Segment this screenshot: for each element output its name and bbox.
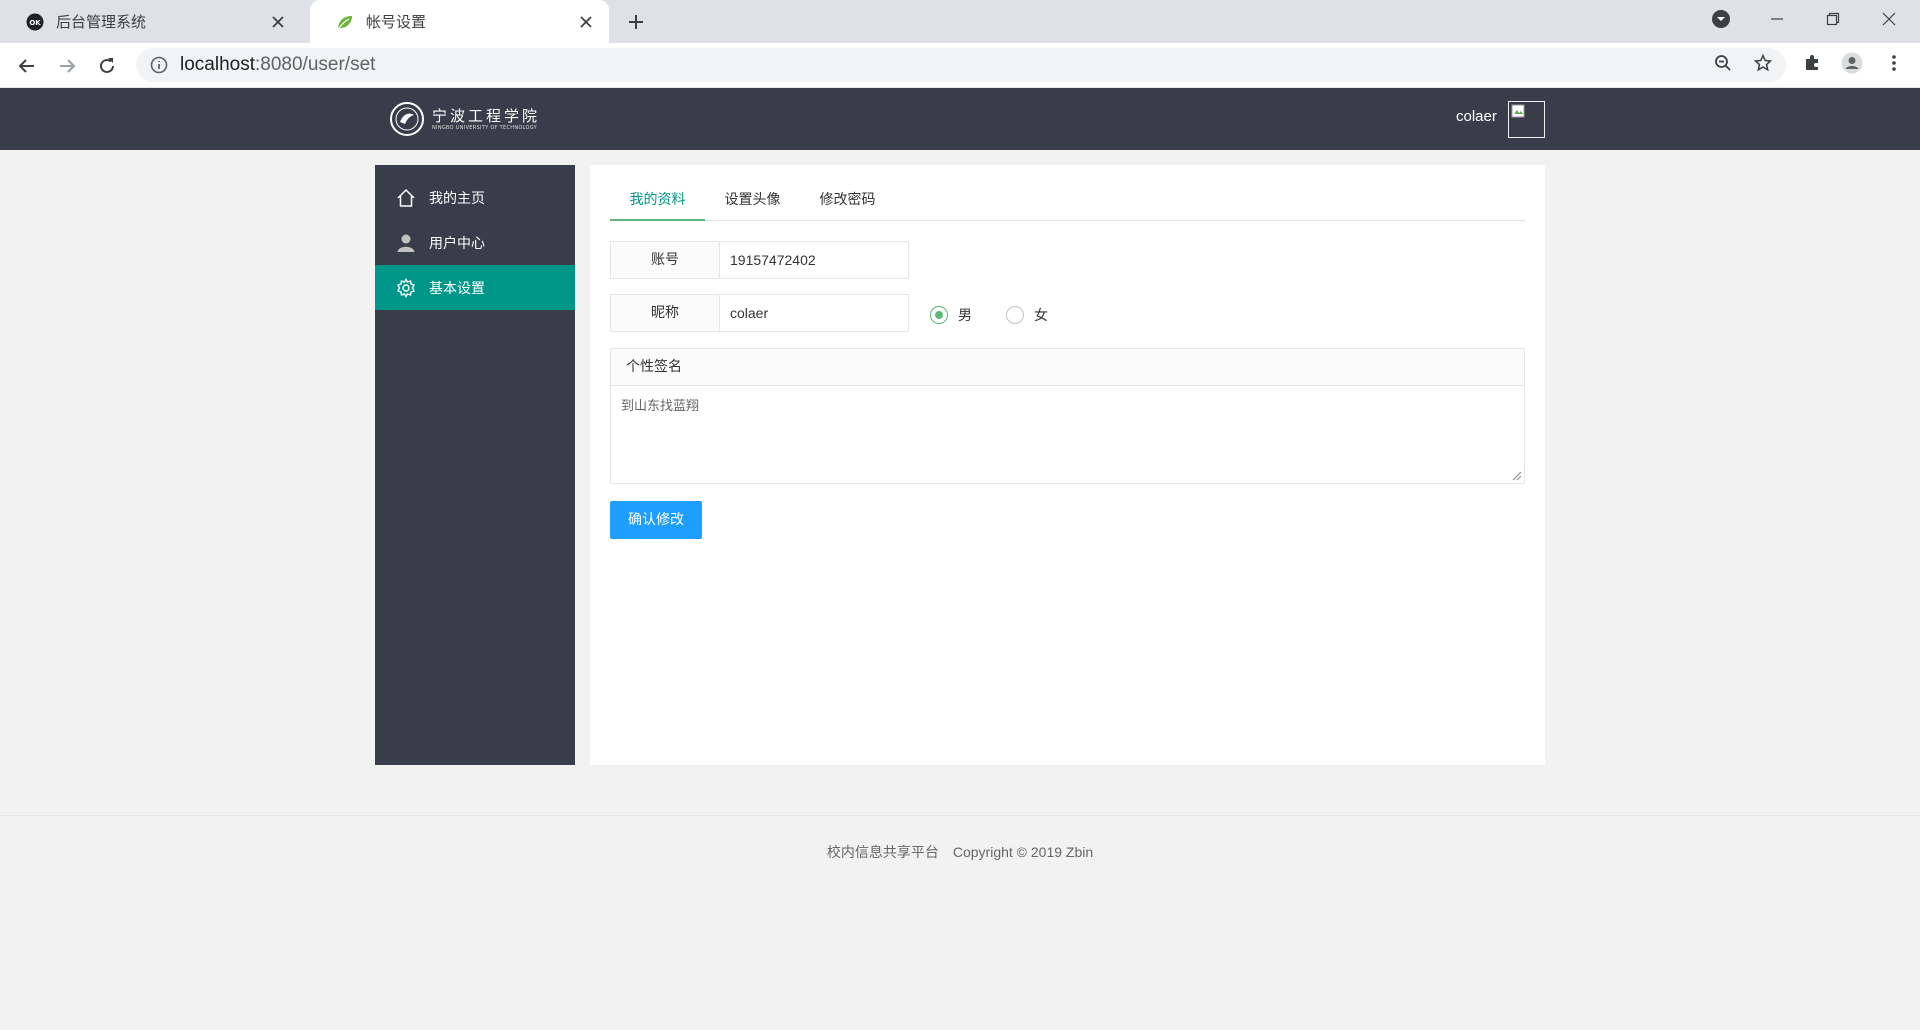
ok-favicon-icon: OK — [26, 13, 44, 30]
account-input[interactable]: 19157472402 — [720, 241, 909, 279]
signature-box: 个性签名 到山东找蓝翔 — [610, 348, 1525, 484]
sidebar-item-user-center[interactable]: 用户中心 — [375, 220, 575, 265]
url-host: localhost — [180, 54, 255, 75]
arrow-left-icon — [18, 59, 34, 73]
puzzle-icon — [1806, 55, 1818, 70]
bookmark-button[interactable] — [1749, 49, 1777, 77]
logo-en: NINGBO UNIVERSITY OF TECHNOLOGY — [432, 124, 538, 131]
profile-tabs: 我的资料 设置头像 修改密码 — [610, 180, 1525, 221]
minimize-button[interactable] — [1754, 0, 1800, 38]
url-text: localhost:8080/user/set — [180, 54, 375, 76]
tab-set-avatar[interactable]: 设置头像 — [705, 180, 800, 221]
tab-search-button[interactable] — [1698, 0, 1744, 38]
chevron-down-circle-icon — [1712, 10, 1730, 28]
back-button[interactable] — [12, 51, 42, 81]
browser-tab-title: 后台管理系统 — [56, 13, 147, 31]
logo-text: 宁波工程学院 NINGBO UNIVERSITY OF TECHNOLOGY — [432, 107, 540, 132]
browser-toolbar: localhost:8080/user/set — [0, 43, 1920, 88]
svg-text:OK: OK — [29, 19, 41, 27]
signature-text: 到山东找蓝翔 — [621, 399, 700, 414]
nickname-row: 昵称 colaer — [610, 294, 909, 332]
nickname-label: 昵称 — [610, 294, 720, 332]
confirm-button[interactable]: 确认修改 — [610, 501, 702, 539]
browser-tab-title: 帐号设置 — [366, 13, 427, 31]
browser-tab-admin[interactable]: OK 后台管理系统 — [0, 0, 301, 43]
sidebar-item-label: 我的主页 — [429, 190, 485, 207]
window-close-button[interactable] — [1866, 0, 1912, 38]
signature-textarea[interactable]: 到山东找蓝翔 — [611, 386, 1524, 483]
menu-button[interactable] — [1880, 49, 1908, 77]
main-panel: 我的资料 设置头像 修改密码 账号 19157472402 昵称 colaer … — [590, 165, 1545, 765]
account-label: 账号 — [610, 241, 720, 279]
gear-icon — [395, 277, 417, 299]
sidebar-item-basic-settings[interactable]: 基本设置 — [375, 265, 575, 310]
new-tab-button[interactable] — [623, 9, 649, 35]
radio-checked-icon — [930, 306, 948, 324]
sidebar-item-home[interactable]: 我的主页 — [375, 175, 575, 220]
footer-divider — [0, 815, 1920, 816]
plus-icon — [629, 15, 643, 29]
site-logo[interactable]: 宁波工程学院 NINGBO UNIVERSITY OF TECHNOLOGY — [390, 99, 540, 139]
close-icon — [1882, 12, 1896, 26]
resize-grip-icon[interactable] — [1512, 471, 1522, 481]
browser-tab-account-settings[interactable]: 帐号设置 — [310, 0, 609, 43]
url-path: :8080/user/set — [255, 54, 376, 75]
logo-cn: 宁波工程学院 — [432, 106, 541, 125]
star-icon — [1754, 54, 1772, 72]
browser-tabstrip: OK 后台管理系统 帐号设置 — [0, 0, 1920, 43]
restore-icon — [1826, 12, 1840, 26]
reload-button[interactable] — [92, 51, 122, 81]
nickname-input[interactable]: colaer — [720, 294, 909, 332]
gender-label: 女 — [1034, 308, 1048, 324]
close-icon[interactable] — [577, 13, 595, 31]
close-icon[interactable] — [269, 13, 287, 31]
gender-label: 男 — [958, 308, 972, 324]
zoom-button[interactable] — [1709, 49, 1737, 77]
signature-label: 个性签名 — [611, 349, 1524, 386]
arrow-right-icon — [60, 59, 76, 73]
profile-button[interactable] — [1838, 49, 1866, 77]
minimize-icon — [1771, 18, 1783, 20]
leaf-favicon-icon — [338, 15, 352, 28]
logo-emblem-icon — [390, 102, 424, 136]
extensions-button[interactable] — [1798, 49, 1826, 77]
sidebar-item-label: 基本设置 — [429, 280, 485, 297]
info-icon[interactable] — [150, 56, 168, 74]
restore-button[interactable] — [1810, 0, 1856, 38]
footer-platform: 校内信息共享平台 — [826, 845, 939, 861]
address-bar[interactable]: localhost:8080/user/set — [136, 48, 1786, 82]
user-icon — [395, 232, 417, 254]
forward-button[interactable] — [52, 51, 82, 81]
footer: 校内信息共享平台 Copyright © 2019 Zbin — [0, 842, 1920, 862]
gender-radio-female[interactable]: 女 — [1006, 305, 1048, 325]
zoom-out-icon — [1715, 55, 1731, 71]
footer-copyright: Copyright © 2019 Zbin — [952, 844, 1094, 860]
account-row: 账号 19157472402 — [610, 241, 909, 279]
gender-radio-male[interactable]: 男 — [930, 305, 972, 325]
reload-icon — [100, 58, 114, 73]
broken-image-icon — [1511, 104, 1525, 118]
tab-my-profile[interactable]: 我的资料 — [610, 180, 705, 221]
header-username[interactable]: colaer — [1456, 108, 1497, 125]
home-icon — [395, 187, 417, 209]
kebab-menu-icon — [1892, 55, 1896, 71]
avatar[interactable] — [1508, 101, 1545, 138]
sidebar-item-label: 用户中心 — [429, 235, 485, 252]
tab-change-password[interactable]: 修改密码 — [800, 180, 895, 221]
profile-icon — [1841, 52, 1863, 74]
sidebar: 我的主页 用户中心 基本设置 — [375, 165, 575, 765]
radio-unchecked-icon — [1006, 306, 1024, 324]
site-header: 宁波工程学院 NINGBO UNIVERSITY OF TECHNOLOGY c… — [0, 88, 1920, 150]
